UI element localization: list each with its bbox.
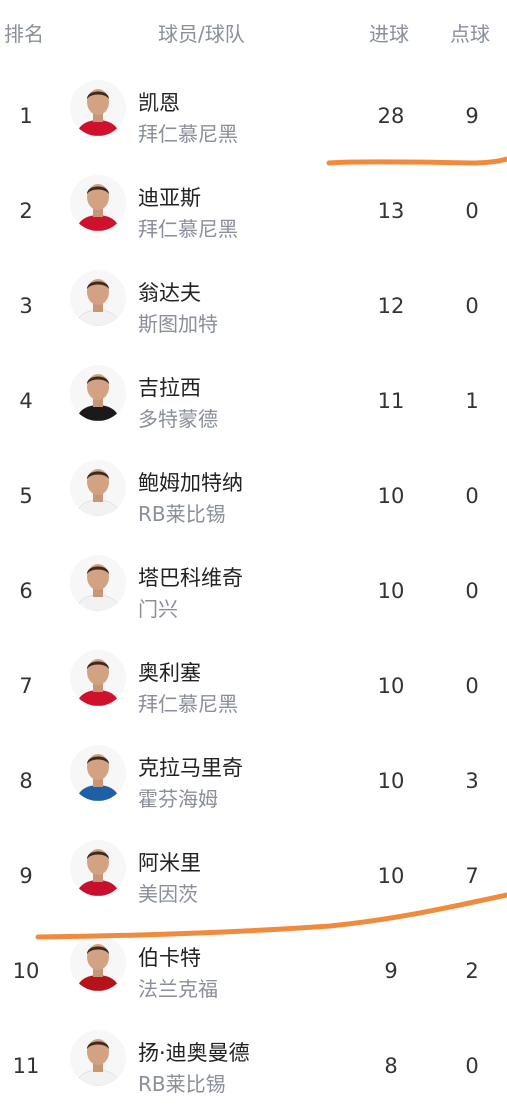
player-avatar[interactable] bbox=[70, 650, 126, 706]
player-name[interactable]: 阿米里 bbox=[138, 847, 201, 877]
player-name[interactable]: 鲍姆加特纳 bbox=[138, 467, 243, 497]
penalties-count: 9 bbox=[465, 104, 479, 128]
rank-number: 5 bbox=[19, 484, 33, 508]
player-avatar[interactable] bbox=[70, 270, 126, 326]
player-avatar[interactable] bbox=[70, 745, 126, 801]
table-row[interactable]: 9 阿米里 美因茨 10 7 bbox=[0, 830, 507, 925]
team-name[interactable]: 多特蒙德 bbox=[138, 403, 218, 432]
penalties-count: 0 bbox=[465, 1054, 479, 1078]
goals-count: 11 bbox=[377, 389, 405, 413]
rank-number: 4 bbox=[19, 389, 33, 413]
goals-count: 12 bbox=[377, 294, 405, 318]
table-row[interactable]: 1 凯恩 拜仁慕尼黑 28 9 bbox=[0, 70, 507, 165]
goals-count: 9 bbox=[384, 959, 398, 983]
table-row[interactable]: 10 伯卡特 法兰克福 9 2 bbox=[0, 925, 507, 1020]
penalties-count: 0 bbox=[465, 199, 479, 223]
rank-number: 6 bbox=[19, 579, 33, 603]
player-avatar[interactable] bbox=[70, 365, 126, 421]
table-row[interactable]: 3 翁达夫 斯图加特 12 0 bbox=[0, 260, 507, 355]
team-name[interactable]: RB莱比锡 bbox=[138, 1068, 226, 1097]
team-name[interactable]: 拜仁慕尼黑 bbox=[138, 213, 238, 242]
player-avatar[interactable] bbox=[70, 460, 126, 516]
team-name[interactable]: 拜仁慕尼黑 bbox=[138, 688, 238, 717]
player-avatar[interactable] bbox=[70, 555, 126, 611]
penalties-count: 0 bbox=[465, 294, 479, 318]
goals-count: 10 bbox=[377, 674, 405, 698]
rank-number: 2 bbox=[19, 199, 33, 223]
player-avatar[interactable] bbox=[70, 840, 126, 896]
rank-number: 10 bbox=[12, 959, 40, 983]
penalties-count: 0 bbox=[465, 674, 479, 698]
player-name[interactable]: 吉拉西 bbox=[138, 372, 201, 402]
player-avatar[interactable] bbox=[70, 935, 126, 991]
penalties-count: 3 bbox=[465, 769, 479, 793]
header-penalties[interactable]: 点球 bbox=[450, 18, 490, 47]
rank-number: 1 bbox=[19, 104, 33, 128]
penalties-count: 0 bbox=[465, 579, 479, 603]
player-name[interactable]: 扬·迪奥曼德 bbox=[138, 1037, 250, 1067]
team-name[interactable]: 美因茨 bbox=[138, 878, 198, 907]
table-row[interactable]: 7 奥利塞 拜仁慕尼黑 10 0 bbox=[0, 640, 507, 735]
player-avatar[interactable] bbox=[70, 1030, 126, 1086]
rank-number: 8 bbox=[19, 769, 33, 793]
table-row[interactable]: 4 吉拉西 多特蒙德 11 1 bbox=[0, 355, 507, 450]
table-row[interactable]: 5 鲍姆加特纳 RB莱比锡 10 0 bbox=[0, 450, 507, 545]
player-avatar[interactable] bbox=[70, 175, 126, 231]
penalties-count: 2 bbox=[465, 959, 479, 983]
player-name[interactable]: 奥利塞 bbox=[138, 657, 201, 687]
goals-count: 8 bbox=[384, 1054, 398, 1078]
header-player-team: 球员/球队 bbox=[158, 22, 245, 46]
goals-count: 10 bbox=[377, 579, 405, 603]
table-row[interactable]: 8 克拉马里奇 霍芬海姆 10 3 bbox=[0, 735, 507, 830]
player-name[interactable]: 伯卡特 bbox=[138, 942, 201, 972]
rank-number: 11 bbox=[12, 1054, 40, 1078]
player-name[interactable]: 克拉马里奇 bbox=[138, 752, 243, 782]
rank-number: 9 bbox=[19, 864, 33, 888]
player-name[interactable]: 塔巴科维奇 bbox=[138, 562, 243, 592]
goals-count: 10 bbox=[377, 484, 405, 508]
team-name[interactable]: RB莱比锡 bbox=[138, 498, 226, 527]
goals-count: 10 bbox=[377, 864, 405, 888]
penalties-count: 1 bbox=[465, 389, 479, 413]
player-name[interactable]: 翁达夫 bbox=[138, 277, 201, 307]
table-row[interactable]: 6 塔巴科维奇 门兴 10 0 bbox=[0, 545, 507, 640]
header-goals[interactable]: 进球 bbox=[369, 18, 409, 47]
team-name[interactable]: 门兴 bbox=[138, 593, 178, 622]
goals-count: 28 bbox=[377, 104, 405, 128]
team-name[interactable]: 拜仁慕尼黑 bbox=[138, 118, 238, 147]
rank-number: 7 bbox=[19, 674, 33, 698]
goals-count: 10 bbox=[377, 769, 405, 793]
penalties-count: 0 bbox=[465, 484, 479, 508]
player-name[interactable]: 迪亚斯 bbox=[138, 182, 201, 212]
table-row[interactable]: 11 扬·迪奥曼德 RB莱比锡 8 0 bbox=[0, 1020, 507, 1115]
player-avatar[interactable] bbox=[70, 80, 126, 136]
team-name[interactable]: 斯图加特 bbox=[138, 308, 218, 337]
player-name[interactable]: 凯恩 bbox=[138, 87, 180, 117]
table-header: 排名 球员/球队 进球 点球 bbox=[0, 0, 507, 64]
team-name[interactable]: 霍芬海姆 bbox=[138, 783, 218, 812]
rank-number: 3 bbox=[19, 294, 33, 318]
goals-count: 13 bbox=[377, 199, 405, 223]
header-rank: 排名 bbox=[4, 22, 44, 46]
team-name[interactable]: 法兰克福 bbox=[138, 973, 218, 1002]
penalties-count: 7 bbox=[465, 864, 479, 888]
table-row[interactable]: 2 迪亚斯 拜仁慕尼黑 13 0 bbox=[0, 165, 507, 260]
